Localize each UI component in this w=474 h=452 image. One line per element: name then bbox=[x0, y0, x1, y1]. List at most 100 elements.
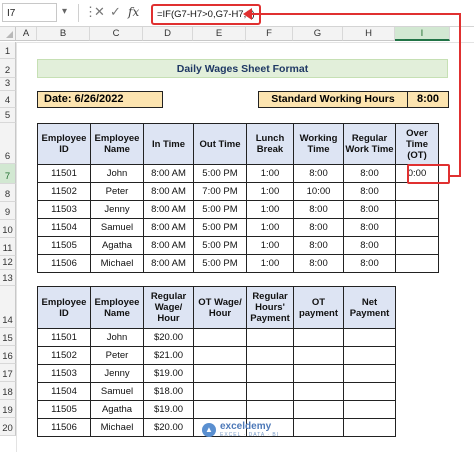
t1-cell[interactable]: 8:00 AM bbox=[143, 200, 194, 219]
t1-cell[interactable]: 5:00 PM bbox=[193, 200, 247, 219]
t1-cell[interactable]: 8:00 bbox=[343, 164, 396, 183]
t1-cell[interactable]: 11502 bbox=[37, 182, 91, 201]
t1-cell[interactable] bbox=[395, 254, 439, 273]
t1-header-cell[interactable]: Regular Work Time bbox=[343, 123, 396, 165]
row-header-15[interactable]: 15 bbox=[0, 328, 16, 346]
t1-cell[interactable] bbox=[395, 200, 439, 219]
t1-cell[interactable]: 8:00 bbox=[293, 254, 344, 273]
t1-cell[interactable]: 1:00 bbox=[246, 254, 294, 273]
row-header-7[interactable]: 7 bbox=[0, 164, 16, 184]
row-header-9[interactable]: 9 bbox=[0, 202, 16, 220]
row-header-4[interactable]: 4 bbox=[0, 91, 16, 108]
row-header-17[interactable]: 17 bbox=[0, 364, 16, 382]
t1-cell[interactable]: 8:00 AM bbox=[143, 236, 194, 255]
t1-cell[interactable]: 8:00 bbox=[343, 254, 396, 273]
t2-cell[interactable] bbox=[193, 328, 247, 347]
t2-cell[interactable] bbox=[293, 400, 344, 419]
t2-cell[interactable] bbox=[246, 400, 294, 419]
t1-cell[interactable]: Jenny bbox=[90, 200, 144, 219]
t1-cell[interactable]: 5:00 PM bbox=[193, 164, 247, 183]
t2-cell[interactable]: Peter bbox=[90, 346, 144, 365]
t2-cell[interactable]: 11504 bbox=[37, 382, 91, 401]
t1-cell[interactable] bbox=[395, 236, 439, 255]
row-header-18[interactable]: 18 bbox=[0, 382, 16, 400]
t1-cell[interactable]: Agatha bbox=[90, 236, 144, 255]
t1-cell[interactable]: 8:00 bbox=[343, 200, 396, 219]
row-header-14[interactable]: 14 bbox=[0, 286, 16, 328]
t1-cell[interactable]: 1:00 bbox=[246, 200, 294, 219]
select-all-corner[interactable] bbox=[0, 27, 16, 41]
t1-cell[interactable]: Michael bbox=[90, 254, 144, 273]
t2-cell[interactable] bbox=[193, 382, 247, 401]
t2-cell[interactable]: Jenny bbox=[90, 364, 144, 383]
date-cell[interactable]: Date: 6/26/2022 bbox=[37, 91, 163, 108]
row-header-8[interactable]: 8 bbox=[0, 184, 16, 202]
t2-cell[interactable] bbox=[246, 346, 294, 365]
name-box-dropdown-icon[interactable]: ▾ bbox=[62, 6, 67, 17]
t2-cell[interactable]: 11505 bbox=[37, 400, 91, 419]
t1-cell[interactable]: 8:00 bbox=[293, 236, 344, 255]
t2-cell[interactable]: $18.00 bbox=[143, 382, 194, 401]
t2-header-cell[interactable]: Net Payment bbox=[343, 286, 396, 329]
t1-cell[interactable]: 8:00 AM bbox=[143, 182, 194, 201]
column-header-b[interactable]: B bbox=[37, 27, 90, 41]
t1-cell[interactable]: 8:00 AM bbox=[143, 164, 194, 183]
t1-cell[interactable]: Peter bbox=[90, 182, 144, 201]
t2-cell[interactable] bbox=[246, 382, 294, 401]
t2-cell[interactable] bbox=[293, 364, 344, 383]
t1-cell[interactable] bbox=[395, 218, 439, 237]
column-header-c[interactable]: C bbox=[90, 27, 143, 41]
t1-header-cell[interactable]: Out Time bbox=[193, 123, 247, 165]
t1-cell[interactable]: 7:00 PM bbox=[193, 182, 247, 201]
t1-cell[interactable]: 8:00 bbox=[343, 218, 396, 237]
t1-cell[interactable]: 11503 bbox=[37, 200, 91, 219]
t2-cell[interactable] bbox=[293, 418, 344, 437]
t2-cell[interactable]: John bbox=[90, 328, 144, 347]
t2-cell[interactable] bbox=[293, 346, 344, 365]
t1-cell[interactable]: 8:00 bbox=[293, 218, 344, 237]
t2-header-cell[interactable]: OT payment bbox=[293, 286, 344, 329]
t1-cell[interactable]: 8:00 bbox=[343, 236, 396, 255]
row-header-12[interactable]: 12 bbox=[0, 256, 16, 270]
t2-cell[interactable]: $21.00 bbox=[143, 346, 194, 365]
t2-cell[interactable]: Agatha bbox=[90, 400, 144, 419]
row-header-1[interactable]: 1 bbox=[0, 42, 16, 59]
t2-cell[interactable] bbox=[193, 400, 247, 419]
t2-cell[interactable] bbox=[343, 346, 396, 365]
t2-cell[interactable]: 11503 bbox=[37, 364, 91, 383]
t2-header-cell[interactable]: OT Wage/ Hour bbox=[193, 286, 247, 329]
t1-header-cell[interactable]: Lunch Break bbox=[246, 123, 294, 165]
row-header-10[interactable]: 10 bbox=[0, 220, 16, 238]
row-header-5[interactable]: 5 bbox=[0, 108, 16, 123]
t1-cell[interactable]: 1:00 bbox=[246, 182, 294, 201]
t1-cell[interactable]: 11506 bbox=[37, 254, 91, 273]
t1-header-cell[interactable]: Employee ID bbox=[37, 123, 91, 165]
t2-cell[interactable]: 11506 bbox=[37, 418, 91, 437]
t1-cell[interactable]: Samuel bbox=[90, 218, 144, 237]
t2-header-cell[interactable]: Employee ID bbox=[37, 286, 91, 329]
row-header-6[interactable]: 6 bbox=[0, 123, 16, 164]
cancel-icon[interactable]: ✕ bbox=[94, 5, 105, 19]
standard-hours-label[interactable]: Standard Working Hours bbox=[258, 91, 408, 108]
row-header-16[interactable]: 16 bbox=[0, 346, 16, 364]
t2-cell[interactable] bbox=[246, 364, 294, 383]
t2-cell[interactable] bbox=[193, 364, 247, 383]
t1-cell[interactable]: 11501 bbox=[37, 164, 91, 183]
t2-cell[interactable]: $20.00 bbox=[143, 328, 194, 347]
t1-cell[interactable] bbox=[395, 182, 439, 201]
t1-cell[interactable]: 5:00 PM bbox=[193, 236, 247, 255]
t1-cell[interactable]: 8:00 AM bbox=[143, 254, 194, 273]
column-header-e[interactable]: E bbox=[193, 27, 246, 41]
enter-icon[interactable]: ✓ bbox=[110, 5, 121, 19]
column-header-h[interactable]: H bbox=[343, 27, 395, 41]
t1-cell[interactable]: John bbox=[90, 164, 144, 183]
t1-cell[interactable]: 8:00 bbox=[343, 182, 396, 201]
t2-cell[interactable]: $19.00 bbox=[143, 400, 194, 419]
t2-cell[interactable] bbox=[343, 328, 396, 347]
t2-cell[interactable] bbox=[343, 400, 396, 419]
t1-cell[interactable]: 8:00 bbox=[293, 200, 344, 219]
name-box[interactable]: I7 bbox=[2, 3, 57, 22]
t2-cell[interactable]: Michael bbox=[90, 418, 144, 437]
t1-cell[interactable]: 11505 bbox=[37, 236, 91, 255]
t1-cell[interactable]: 1:00 bbox=[246, 236, 294, 255]
